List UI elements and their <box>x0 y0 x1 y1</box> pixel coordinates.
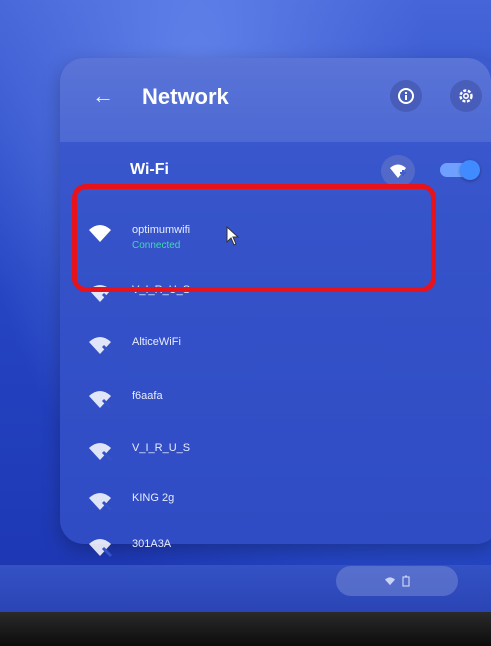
network-item[interactable]: AlticeWiFi <box>70 330 400 360</box>
network-name: AlticeWiFi <box>132 336 181 348</box>
network-item[interactable]: V_I_R_U_S <box>70 436 400 466</box>
network-item[interactable]: 301A3A <box>70 532 400 562</box>
network-name: KING 2g <box>132 492 175 504</box>
wifi-toggle[interactable] <box>440 160 480 180</box>
monitor-bezel <box>0 612 491 646</box>
network-item[interactable]: KING 2g <box>70 486 400 516</box>
add-wifi-button[interactable] <box>381 155 415 187</box>
info-button[interactable] <box>390 80 422 112</box>
connected-network-highlight <box>72 184 436 292</box>
wifi-icon <box>89 539 112 558</box>
wifi-icon <box>89 443 112 462</box>
back-arrow-icon[interactable]: ← <box>91 84 115 108</box>
mouse-pointer-icon <box>226 226 240 246</box>
wifi-icon <box>89 391 112 410</box>
network-name: f6aafa <box>132 390 163 402</box>
settings-button[interactable] <box>450 80 482 112</box>
add-wifi-icon <box>390 164 406 178</box>
battery-icon <box>402 575 410 587</box>
wifi-icon <box>385 577 395 586</box>
wifi-toggle-knob <box>460 160 480 180</box>
status-tray[interactable] <box>336 566 458 596</box>
gear-icon <box>459 89 473 103</box>
info-icon <box>398 88 414 104</box>
page-title: Network <box>142 84 229 109</box>
wifi-section-label: Wi-Fi <box>130 161 169 178</box>
wifi-icon <box>89 493 112 512</box>
network-name: V_I_R_U_S <box>132 442 191 454</box>
network-name: 301A3A <box>132 538 172 550</box>
network-item[interactable]: f6aafa <box>70 384 400 414</box>
network-header <box>60 58 491 142</box>
wifi-icon <box>89 337 112 356</box>
